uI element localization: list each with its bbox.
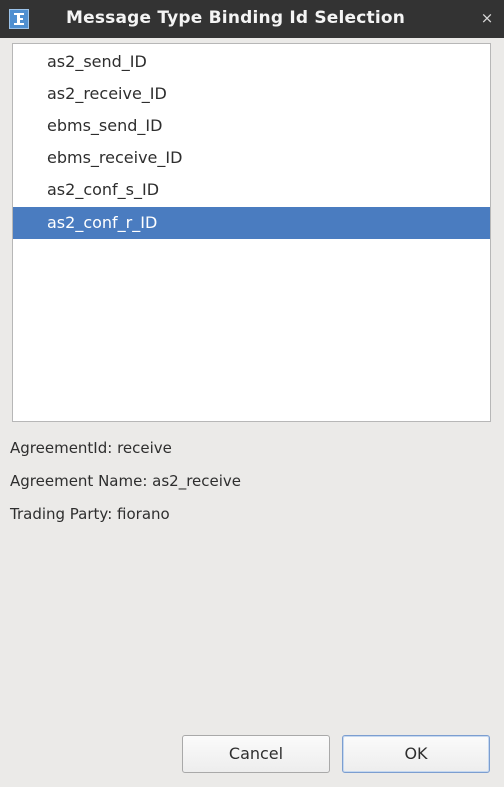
ok-button[interactable]: OK bbox=[342, 735, 490, 773]
dialog-window: Message Type Binding Id Selection × as2_… bbox=[0, 0, 504, 787]
list-item-as2-send-id[interactable]: as2_send_ID bbox=[13, 46, 490, 78]
list-item-as2-conf-s-id[interactable]: as2_conf_s_ID bbox=[13, 174, 490, 206]
dialog-title: Message Type Binding Id Selection bbox=[66, 8, 406, 28]
app-icon bbox=[9, 9, 29, 29]
list-item-as2-receive-id[interactable]: as2_receive_ID bbox=[13, 78, 490, 110]
agreement-name-text: Agreement Name: as2_receive bbox=[10, 472, 242, 490]
list-item-ebms-receive-id[interactable]: ebms_receive_ID bbox=[13, 142, 490, 174]
trading-party-text: Trading Party: fiorano bbox=[10, 505, 170, 523]
close-icon[interactable]: × bbox=[478, 9, 496, 27]
list-item-ebms-send-id[interactable]: ebms_send_ID bbox=[13, 110, 490, 142]
list-item-as2-conf-r-id[interactable]: as2_conf_r_ID bbox=[13, 207, 490, 239]
agreement-id-text: AgreementId: receive bbox=[10, 439, 172, 457]
cancel-button[interactable]: Cancel bbox=[182, 735, 330, 773]
title-bar[interactable]: Message Type Binding Id Selection × bbox=[0, 0, 504, 38]
binding-id-list[interactable]: as2_send_ID as2_receive_ID ebms_send_ID … bbox=[12, 43, 491, 422]
